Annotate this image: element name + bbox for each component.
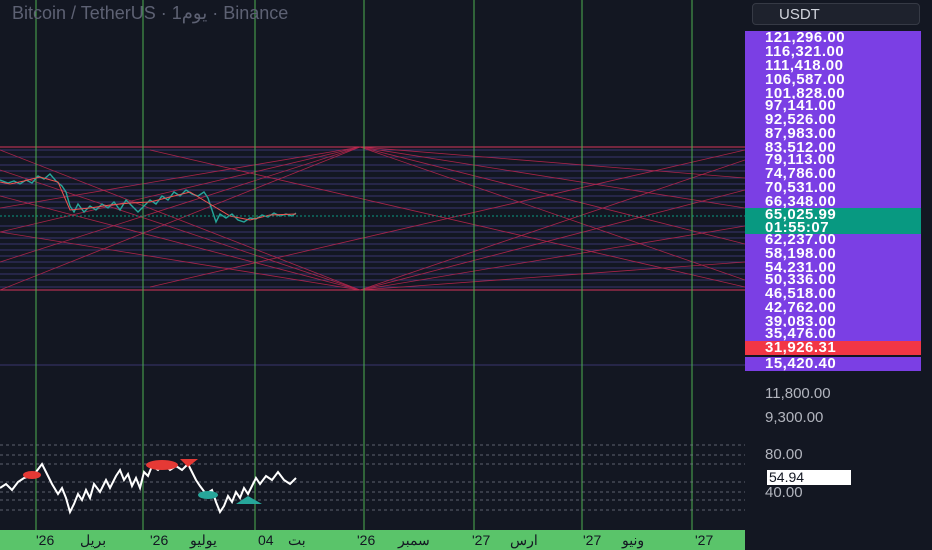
current-price-badge[interactable]: 65,025.99 01:55:07: [745, 207, 921, 236]
chart-title: Bitcoin / TetherUS · 1يوم · Binance: [12, 3, 289, 23]
time-label: ارس: [510, 532, 538, 548]
rsi-levels: [0, 444, 745, 511]
time-markers: [35, 0, 693, 530]
red-levels: [0, 146, 745, 291]
rsi-line: [0, 462, 297, 515]
chart-canvas[interactable]: [0, 0, 745, 530]
time-label: '26: [150, 532, 169, 548]
time-label: سمبر: [398, 532, 430, 548]
rsi-overbought-marker-2: [146, 460, 178, 470]
price-level-label: 15,420.40: [745, 356, 921, 371]
time-axis[interactable]: '26 بريل '26 يوليو 04 بت '26 سمبر '27 ارس '27 ونيو '…: [0, 530, 745, 550]
chart-area[interactable]: Bitcoin / TetherUS · 1يوم · Binance: [0, 0, 745, 530]
rsi-value-badge: 54.94: [767, 470, 851, 485]
rsi-oversold-marker: [198, 491, 218, 499]
scale-label: 40.00: [765, 484, 803, 501]
time-label: '27: [583, 532, 602, 548]
time-label: بت: [288, 532, 306, 548]
price-level-label: 31,926.31: [745, 340, 921, 355]
countdown: 01:55:07: [765, 219, 830, 236]
time-label: بريل: [80, 532, 107, 548]
time-label: 04: [258, 532, 274, 548]
time-label: '27: [695, 532, 714, 548]
rsi-overbought-marker: [23, 471, 41, 479]
scale-label: 9,300.00: [765, 409, 824, 426]
price-axis[interactable]: USDT 121,296.00 116,321.00 111,418.00 106,5…: [745, 0, 932, 550]
time-label: '26: [357, 532, 376, 548]
currency-selector[interactable]: USDT: [752, 3, 920, 25]
time-label: ونيو: [622, 532, 645, 548]
time-label: '26: [36, 532, 55, 548]
scale-label: 11,800.00: [765, 385, 831, 402]
time-label: يوليو: [190, 532, 217, 548]
rsi-arrow-down: [180, 459, 198, 467]
price-levels: [0, 149, 745, 366]
time-label: '27: [472, 532, 491, 548]
fan-lines: [0, 146, 745, 291]
scale-label: 80.00: [765, 446, 803, 463]
